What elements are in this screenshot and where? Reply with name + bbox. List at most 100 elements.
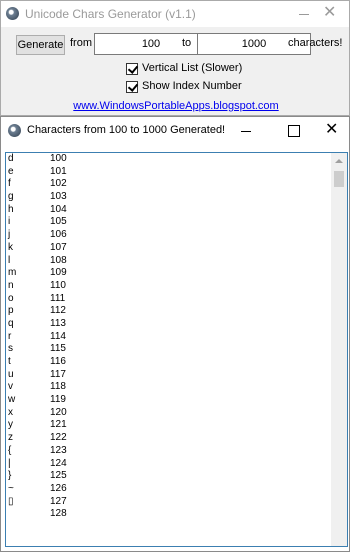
list-item[interactable]: y 121 bbox=[6, 419, 331, 432]
list-item[interactable]: ~126 bbox=[6, 483, 331, 496]
list-item[interactable]: 128 bbox=[6, 508, 331, 521]
index-cell: 100 bbox=[50, 153, 67, 164]
list-item[interactable]: {123 bbox=[6, 445, 331, 458]
index-cell: 118 bbox=[50, 381, 66, 393]
index-cell: 112 bbox=[50, 305, 66, 317]
scroll-up-arrow-icon[interactable] bbox=[331, 153, 347, 169]
vertical-list-checkbox[interactable] bbox=[126, 63, 138, 75]
characters-suffix-label: characters! bbox=[288, 37, 343, 49]
character-cell: { bbox=[8, 444, 12, 456]
character-cell: d bbox=[8, 153, 14, 164]
index-cell: 110 bbox=[50, 279, 66, 291]
scroll-thumb[interactable] bbox=[334, 171, 344, 187]
character-cell: v bbox=[8, 381, 13, 393]
list-item[interactable]: k 107 bbox=[6, 242, 331, 255]
index-cell: 115 bbox=[50, 343, 66, 355]
character-cell: q bbox=[8, 317, 14, 329]
list-item[interactable]: v 118 bbox=[6, 381, 331, 394]
character-cell: l bbox=[8, 254, 11, 266]
index-cell: 113 bbox=[50, 317, 66, 329]
minimize-icon[interactable] bbox=[295, 6, 315, 22]
index-cell: 101 bbox=[50, 165, 67, 177]
vertical-list-label: Vertical List (Slower) bbox=[142, 62, 243, 74]
list-item[interactable]: u 117 bbox=[6, 369, 331, 382]
list-item[interactable]: | 124 bbox=[6, 458, 331, 471]
show-index-checkbox[interactable] bbox=[126, 81, 138, 93]
list-item[interactable]: i 105 bbox=[6, 216, 331, 229]
title-bar[interactable]: Unicode Chars Generator (v1.1) ✕ bbox=[1, 1, 349, 27]
character-cell: w bbox=[8, 394, 16, 406]
character-cell: } bbox=[8, 470, 12, 482]
close-icon[interactable]: ✕ bbox=[323, 4, 336, 22]
list-item[interactable]: z 122 bbox=[6, 432, 331, 445]
list-item[interactable]: m 109 bbox=[6, 267, 331, 280]
character-cell: e bbox=[8, 165, 14, 177]
list-item[interactable]: p 112 bbox=[6, 305, 331, 318]
app-icon bbox=[8, 124, 21, 137]
index-cell: 109 bbox=[50, 267, 67, 279]
character-cell: | bbox=[8, 457, 11, 469]
character-cell: ▯ bbox=[8, 495, 14, 507]
list-item[interactable]: r 114 bbox=[6, 331, 331, 344]
list-item[interactable]: h 104 bbox=[6, 204, 331, 217]
show-index-label: Show Index Number bbox=[142, 80, 242, 92]
characters-list[interactable]: d 100 e 101 f 102 g 103 h 104 i 105 j 106 k 107 l 108 m 109… bbox=[5, 152, 348, 547]
character-cell: h bbox=[8, 203, 14, 215]
character-cell: z bbox=[8, 432, 13, 444]
list-item[interactable]: x 120 bbox=[6, 407, 331, 420]
results-title: Characters from 100 to 1000 Generated! bbox=[27, 124, 226, 136]
list-item[interactable]: g 103 bbox=[6, 191, 331, 204]
index-cell: 123 bbox=[50, 444, 67, 456]
character-cell: ~ bbox=[8, 482, 14, 494]
index-cell: 119 bbox=[50, 394, 66, 406]
generator-window: Unicode Chars Generator (v1.1) ✕ Generat… bbox=[0, 0, 350, 116]
rows-container: d 100 e 101 f 102 g 103 h 104 i 105 j 106 k 107 l 108 m 109… bbox=[6, 153, 331, 521]
list-item[interactable]: q 113 bbox=[6, 318, 331, 331]
from-label: from bbox=[70, 37, 92, 49]
character-cell: j bbox=[8, 229, 11, 241]
generate-button[interactable]: Generate bbox=[16, 35, 65, 55]
character-cell: t bbox=[8, 356, 11, 367]
index-cell: 121 bbox=[50, 419, 67, 431]
website-link[interactable]: www.WindowsPortableApps.blogspot.com bbox=[1, 100, 350, 112]
minimize-icon[interactable] bbox=[237, 123, 257, 139]
list-item[interactable]: ▯ 127 bbox=[6, 496, 331, 509]
index-cell: 124 bbox=[50, 457, 67, 469]
index-cell: 128 bbox=[50, 508, 67, 520]
list-item[interactable]: d 100 bbox=[6, 153, 331, 166]
character-cell: i bbox=[8, 216, 11, 228]
list-item[interactable]: j 106 bbox=[6, 229, 331, 242]
list-item[interactable]: l 108 bbox=[6, 255, 331, 268]
character-cell: k bbox=[8, 241, 13, 253]
list-item[interactable]: f 102 bbox=[6, 178, 331, 191]
list-item[interactable]: s 115 bbox=[6, 343, 331, 356]
index-cell: 103 bbox=[50, 191, 67, 203]
list-item[interactable]: t 116 bbox=[6, 356, 331, 369]
index-cell: 105 bbox=[50, 216, 67, 228]
results-title-bar[interactable]: Characters from 100 to 1000 Generated! ✕ bbox=[1, 117, 349, 145]
index-cell: 107 bbox=[50, 241, 67, 253]
index-cell: 102 bbox=[50, 178, 67, 190]
index-cell: 125 bbox=[50, 470, 67, 482]
maximize-icon[interactable] bbox=[288, 125, 300, 137]
list-item[interactable]: } 125 bbox=[6, 470, 331, 483]
list-item[interactable]: w 119 bbox=[6, 394, 331, 407]
character-cell: p bbox=[8, 305, 14, 317]
index-cell: 104 bbox=[50, 203, 67, 215]
window-title: Unicode Chars Generator (v1.1) bbox=[25, 7, 196, 21]
index-cell: 106 bbox=[50, 229, 67, 241]
index-cell: 108 bbox=[50, 254, 67, 266]
list-item[interactable]: e 101 bbox=[6, 166, 331, 179]
index-cell: 127 bbox=[50, 495, 67, 507]
index-cell: 114 bbox=[50, 330, 66, 342]
index-cell: 122 bbox=[50, 432, 67, 444]
character-cell: r bbox=[8, 330, 12, 342]
list-item[interactable]: n 110 bbox=[6, 280, 331, 293]
list-item[interactable]: o 111 bbox=[6, 293, 331, 306]
close-icon[interactable]: ✕ bbox=[325, 121, 338, 139]
index-cell: 117 bbox=[50, 368, 66, 380]
to-label: to bbox=[182, 37, 192, 49]
vertical-scrollbar[interactable] bbox=[331, 153, 347, 546]
index-cell: 111 bbox=[50, 292, 66, 304]
character-cell: y bbox=[8, 419, 13, 431]
